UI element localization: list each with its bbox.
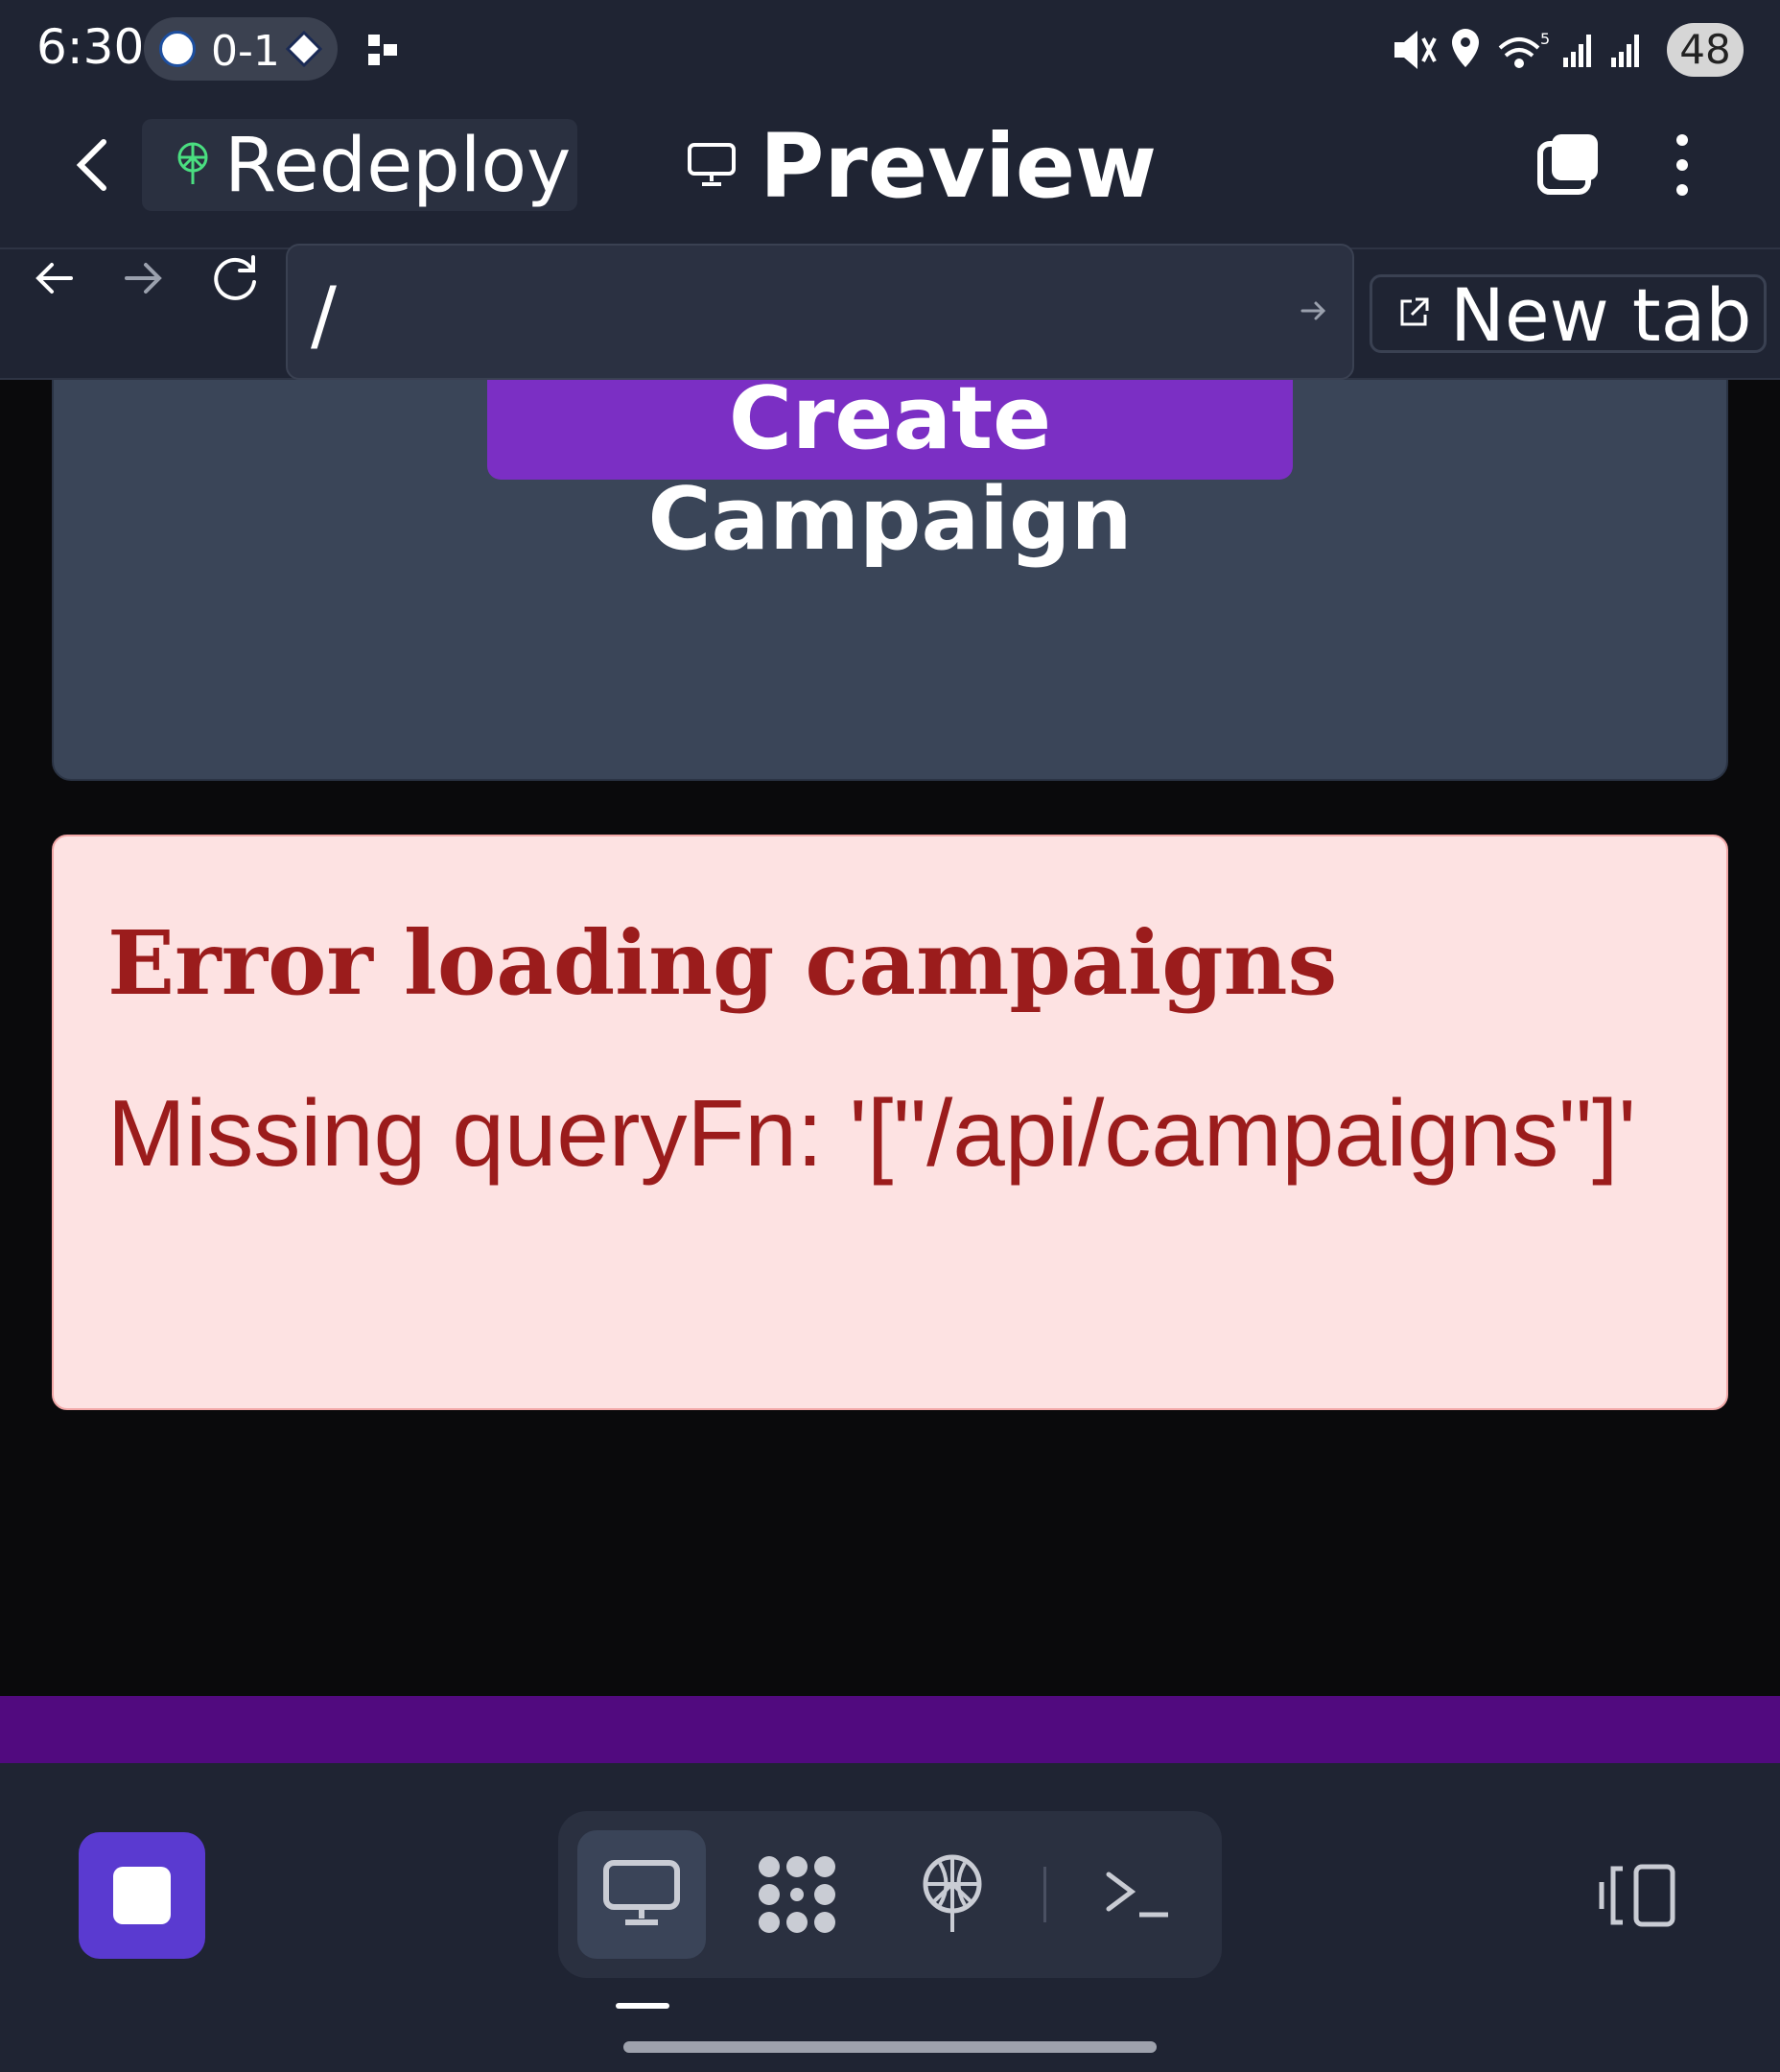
tabs-icon[interactable] [1534, 130, 1602, 198]
create-campaign-label: Create Campaign [647, 368, 1133, 570]
location-icon [1452, 29, 1479, 67]
monitor-icon [688, 143, 736, 186]
score-text: 0-1 [211, 27, 280, 76]
mute-icon [1394, 31, 1437, 69]
deploy-icon [177, 142, 208, 184]
svg-text:5: 5 [1540, 30, 1550, 48]
status-icons: 5 [1394, 29, 1639, 69]
shell-icon[interactable] [1103, 1867, 1172, 1920]
wifi-icon [1498, 37, 1540, 68]
arrow-right-icon[interactable] [121, 257, 165, 299]
url-input[interactable] [286, 244, 1354, 380]
back-chevron-icon[interactable] [69, 134, 117, 196]
page-title: Preview [760, 115, 1158, 218]
toolbar-divider [1043, 1867, 1046, 1922]
new-tab-label: New tab [1450, 272, 1752, 358]
home-indicator[interactable] [623, 2041, 1157, 2053]
panel-toggle-icon[interactable] [1598, 1863, 1676, 1928]
battery-indicator: 48 [1667, 23, 1744, 77]
error-message: Missing queryFn: '["/api/campaigns"]' [107, 1080, 1636, 1186]
status-time: 6:30 [36, 19, 145, 75]
team-logo-icon [286, 31, 322, 67]
preview-monitor-icon [603, 1860, 680, 1925]
reload-icon[interactable] [209, 253, 261, 305]
go-arrow-icon[interactable] [1299, 295, 1329, 326]
notification-icon [368, 35, 397, 65]
redeploy-label: Redeploy [224, 123, 572, 209]
stop-icon [113, 1867, 171, 1924]
external-link-icon [1400, 297, 1429, 326]
accent-strip [0, 1696, 1780, 1763]
grid-dots-icon[interactable] [756, 1853, 838, 1936]
arrow-left-icon[interactable] [33, 257, 77, 299]
signal-icon [1611, 35, 1639, 67]
page-indicator [616, 2003, 669, 2009]
signal-icon [1563, 35, 1591, 67]
deploy-icon[interactable] [919, 1853, 986, 1934]
more-vertical-icon[interactable] [1671, 130, 1694, 200]
url-text: / [311, 271, 337, 360]
team-logo-icon [159, 31, 196, 67]
error-title: Error loading campaigns [107, 911, 1338, 1015]
